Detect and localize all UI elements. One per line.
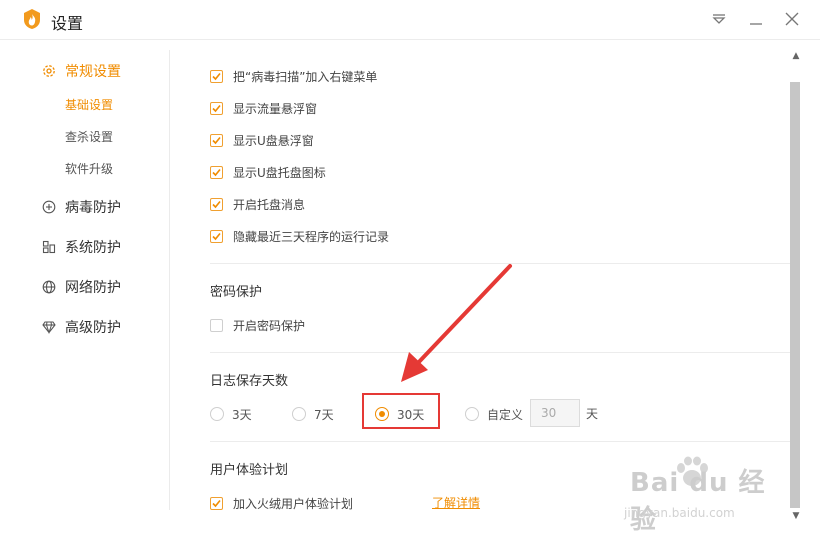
option-label: 隐藏最近三天程序的运行记录	[233, 229, 390, 244]
radio-custom-days[interactable]: 自定义	[465, 403, 523, 425]
minimize-icon	[750, 23, 762, 25]
radio-label: 自定义	[487, 407, 524, 422]
option-label: 开启密码保护	[233, 318, 306, 333]
scroll-up-icon[interactable]: ▲	[790, 50, 802, 62]
huorong-logo-icon	[24, 9, 40, 29]
sidebar-item-label: 系统防护	[65, 240, 121, 256]
option-password-protect[interactable]: 开启密码保护	[210, 316, 305, 334]
sidebar-item-system[interactable]: 系统防护	[42, 235, 121, 259]
option-label: 显示U盘托盘图标	[233, 165, 326, 180]
close-button[interactable]	[782, 9, 802, 29]
option-label: 把“病毒扫描”加入右键菜单	[233, 69, 378, 84]
section-title-password: 密码保护	[210, 285, 263, 300]
option-traffic-float[interactable]: 显示流量悬浮窗	[210, 99, 317, 117]
check-icon	[212, 104, 221, 112]
watermark-text: Bai du 经验	[630, 468, 766, 535]
checkbox[interactable]	[210, 133, 223, 147]
check-icon	[212, 499, 221, 507]
days-unit: 天	[586, 407, 599, 421]
minimize-button[interactable]	[746, 9, 766, 29]
menu-icon	[712, 14, 726, 24]
sidebar-item-network[interactable]: 网络防护	[42, 275, 121, 299]
checkbox[interactable]	[210, 69, 223, 83]
sidebar-item-general[interactable]: 常规设置	[42, 59, 121, 83]
option-label: 显示U盘悬浮窗	[233, 133, 314, 148]
option-usb-tray-icon[interactable]: 显示U盘托盘图标	[210, 163, 326, 181]
option-label: 加入火绒用户体验计划	[233, 496, 354, 511]
sidebar-sub-basic[interactable]: 基础设置	[65, 96, 113, 114]
gear-icon	[42, 64, 56, 78]
annotation-arrow-icon	[401, 264, 512, 382]
checkbox[interactable]	[210, 496, 223, 510]
radio-circle[interactable]	[210, 407, 224, 421]
annotation-highlight-box	[362, 393, 440, 429]
option-hide-run-records[interactable]: 隐藏最近三天程序的运行记录	[210, 227, 389, 245]
scrollbar-thumb[interactable]	[790, 82, 800, 508]
close-icon	[785, 12, 799, 26]
check-icon	[212, 136, 221, 144]
option-usb-float[interactable]: 显示U盘悬浮窗	[210, 131, 314, 149]
section-divider	[210, 441, 790, 442]
grid-icon	[42, 240, 56, 254]
option-right-click-scan[interactable]: 把“病毒扫描”加入右键菜单	[210, 67, 377, 85]
section-title-ux-plan: 用户体验计划	[210, 463, 289, 478]
sidebar-item-label: 网络防护	[65, 280, 121, 296]
radio-circle[interactable]	[465, 407, 479, 421]
globe-icon	[42, 280, 56, 294]
sidebar-sub-upgrade[interactable]: 软件升级	[65, 160, 113, 178]
checkbox[interactable]	[210, 229, 223, 243]
sidebar-item-label: 病毒防护	[65, 200, 121, 216]
section-title-log-days: 日志保存天数	[210, 374, 289, 389]
menu-button[interactable]	[709, 9, 729, 29]
learn-more-link[interactable]: 了解详情	[432, 494, 480, 511]
radio-label: 7天	[314, 407, 334, 422]
title-bar: 设置	[0, 0, 820, 40]
option-label: 开启托盘消息	[233, 197, 306, 212]
check-icon	[212, 168, 221, 176]
checkbox[interactable]	[210, 197, 223, 211]
radio-3-days[interactable]: 3天	[210, 403, 252, 425]
option-label: 显示流量悬浮窗	[233, 101, 318, 116]
diamond-icon	[42, 320, 56, 334]
plus-square-icon	[42, 200, 56, 214]
radio-circle[interactable]	[292, 407, 306, 421]
scroll-down-icon[interactable]: ▼	[790, 510, 802, 522]
sidebar-item-virus[interactable]: 病毒防护	[42, 195, 121, 219]
checkbox[interactable]	[210, 318, 223, 332]
sidebar-sub-scan[interactable]: 查杀设置	[65, 128, 113, 146]
custom-days-input[interactable]	[530, 399, 580, 427]
watermark-url: jingyan.baidu.com	[624, 506, 735, 520]
window-title: 设置	[51, 14, 84, 33]
check-icon	[212, 200, 221, 208]
radio-label: 3天	[232, 407, 252, 422]
sidebar-item-advanced[interactable]: 高级防护	[42, 315, 121, 339]
check-icon	[212, 232, 221, 240]
sidebar-item-label: 常规设置	[65, 64, 121, 80]
option-ux-plan[interactable]: 加入火绒用户体验计划 了解详情	[210, 494, 630, 512]
baidu-watermark: Bai du 经验 jingyan.baidu.com	[622, 456, 782, 535]
check-icon	[212, 72, 221, 80]
log-days-radio-group: 3天 7天 30天 自定义 天	[210, 399, 770, 427]
checkbox[interactable]	[210, 101, 223, 115]
option-tray-message[interactable]: 开启托盘消息	[210, 195, 305, 213]
sidebar-item-label: 高级防护	[65, 320, 121, 336]
checkbox[interactable]	[210, 165, 223, 179]
radio-7-days[interactable]: 7天	[292, 403, 334, 425]
